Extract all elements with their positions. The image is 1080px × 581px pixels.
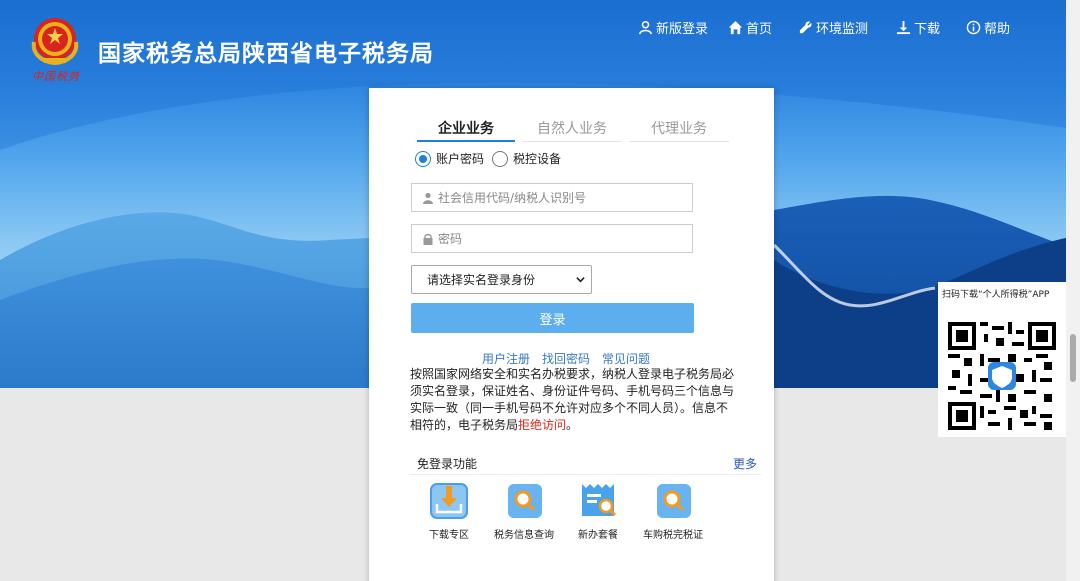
identity-select[interactable]: 请选择实名登录身份 xyxy=(411,265,592,294)
home-icon xyxy=(728,20,743,35)
package-search-icon xyxy=(582,484,617,517)
user-icon xyxy=(423,192,433,204)
free-login-heading: 免登录功能 xyxy=(417,457,478,471)
notice-end: 。 xyxy=(566,418,579,432)
app-tax-info-query[interactable]: 税务信息查询 xyxy=(486,480,562,541)
app-download-zone-label: 下载专区 xyxy=(429,530,469,541)
identity-select-value: 请选择实名登录身份 xyxy=(427,273,536,287)
divider xyxy=(409,474,761,475)
qr-code-image xyxy=(948,322,1056,430)
scrollbar-thumb[interactable] xyxy=(1070,334,1076,382)
search-doc-icon xyxy=(657,484,691,518)
faq-link[interactable]: 常见问题 xyxy=(602,350,650,367)
free-login-more-link[interactable]: 更多 xyxy=(733,455,757,472)
tax-seal-logo: 中国税务 xyxy=(32,70,80,83)
radio-account-password[interactable] xyxy=(415,150,431,167)
app-tax-info-query-label: 税务信息查询 xyxy=(494,530,554,541)
download-icon xyxy=(896,20,911,35)
login-button[interactable]: 登录 xyxy=(411,303,694,333)
nav-help[interactable]: 帮助 xyxy=(966,18,1010,37)
nav-environment-check-label: 环境监测 xyxy=(816,22,869,37)
tab-individual[interactable]: 自然人业务 xyxy=(523,116,621,142)
tab-individual-label: 自然人业务 xyxy=(537,121,607,137)
login-method-radios: 账户密码 税控设备 xyxy=(415,150,569,167)
nav-environment-check[interactable]: 环境监测 xyxy=(798,18,868,37)
username-field xyxy=(411,183,693,212)
app-new-business-package[interactable]: 新办套餐 xyxy=(560,480,636,541)
password-input[interactable] xyxy=(438,226,692,251)
app-vehicle-tax-certificate-label: 车购税完税证 xyxy=(643,530,703,541)
lock-icon xyxy=(423,233,433,245)
free-login-functions: 下载专区 税务信息查询 新办套餐 车购税完税证 xyxy=(369,480,774,550)
app-vehicle-tax-certificate[interactable]: 车购税完税证 xyxy=(635,480,711,541)
search-doc-icon xyxy=(508,484,542,518)
page-scrollbar[interactable] xyxy=(1066,0,1080,581)
real-name-notice: 按照国家网络安全和实名办税要求，纳税人登录电子税务局必须实名登录，保证姓名、身份… xyxy=(410,366,736,434)
tab-enterprise[interactable]: 企业业务 xyxy=(417,116,515,142)
radio-tax-device[interactable] xyxy=(492,150,509,167)
wrench-icon xyxy=(799,21,812,34)
site-title: 国家税务总局陕西省电子税务局 xyxy=(98,41,434,67)
radio-account-password-label: 账户密码 xyxy=(436,152,485,166)
app-download-zone[interactable]: 下载专区 xyxy=(411,480,487,541)
notice-deny-text: 拒绝访问 xyxy=(518,418,567,432)
chevron-down-icon xyxy=(576,277,585,283)
qr-caption: 扫码下载“个人所得税”APP xyxy=(942,290,1050,300)
login-tabs: 企业业务 自然人业务 代理业务 xyxy=(417,116,741,142)
login-card: 企业业务 自然人业务 代理业务 账户密码 税控设备 请选择实名登录身份 登录 用… xyxy=(369,88,774,581)
radio-tax-device-label: 税控设备 xyxy=(513,152,562,166)
password-field xyxy=(411,224,693,253)
auxiliary-links: 用户注册 找回密码 常见问题 xyxy=(482,350,650,367)
nav-help-label: 帮助 xyxy=(984,22,1011,37)
nav-download-label: 下载 xyxy=(914,22,941,37)
user-icon xyxy=(639,20,652,35)
tab-agent-label: 代理业务 xyxy=(651,121,707,137)
register-link[interactable]: 用户注册 xyxy=(482,350,530,367)
nav-new-login[interactable]: 新版登录 xyxy=(638,18,708,37)
tab-enterprise-label: 企业业务 xyxy=(438,121,494,137)
nav-new-login-label: 新版登录 xyxy=(656,22,709,37)
national-emblem-icon xyxy=(31,18,79,66)
username-input[interactable] xyxy=(438,185,692,210)
nav-download[interactable]: 下载 xyxy=(896,18,940,37)
recover-password-link[interactable]: 找回密码 xyxy=(542,350,590,367)
app-new-business-package-label: 新办套餐 xyxy=(578,530,618,541)
download-tray-icon xyxy=(430,483,468,519)
qr-code-panel: 扫码下载“个人所得税”APP xyxy=(938,282,1066,437)
tab-agent[interactable]: 代理业务 xyxy=(629,116,729,142)
nav-home-label: 首页 xyxy=(746,22,773,37)
nav-home[interactable]: 首页 xyxy=(728,18,772,37)
info-icon xyxy=(966,20,981,35)
